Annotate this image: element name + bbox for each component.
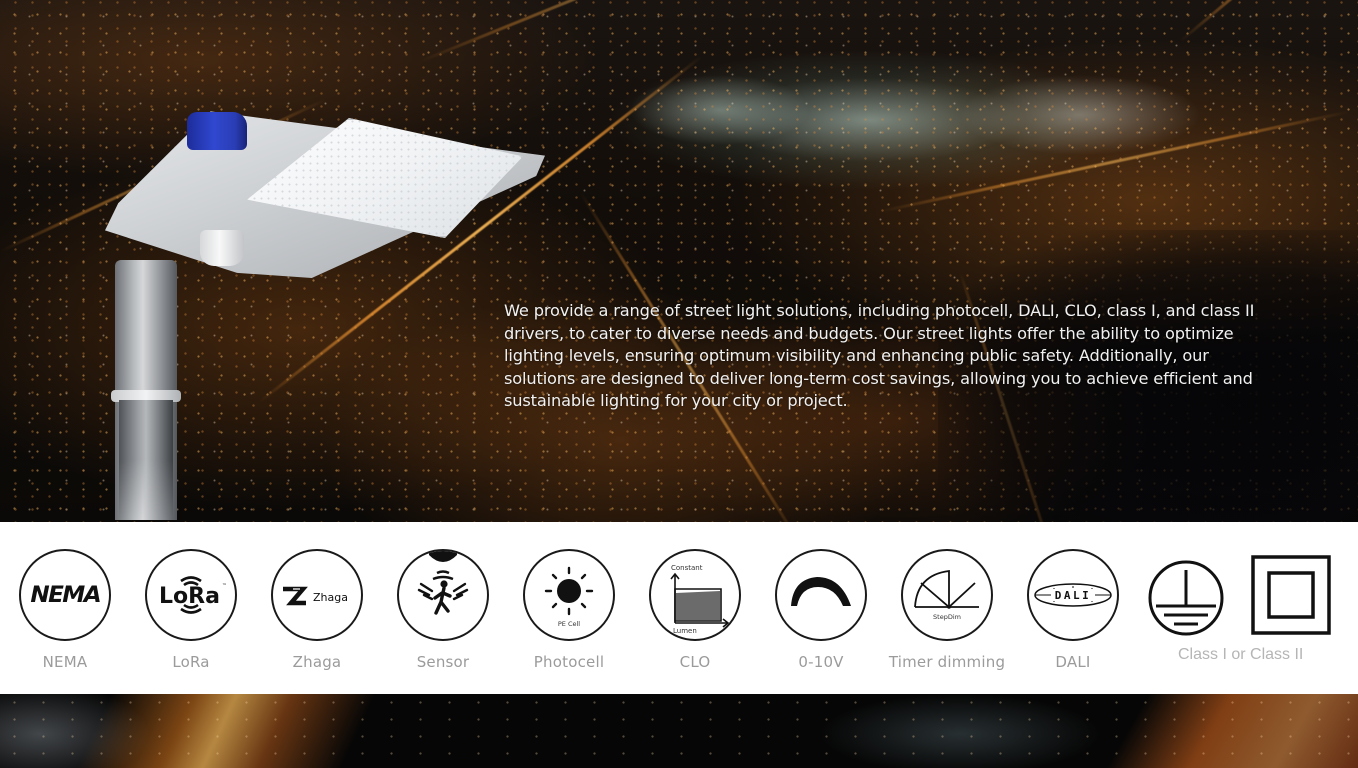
feature-label: DALI xyxy=(1055,653,1091,671)
feature-label: Sensor xyxy=(416,653,470,671)
sun-icon: PE Cell xyxy=(544,566,594,628)
feature-0-10v: 0-10V xyxy=(761,549,881,671)
feature-label: Zhaga xyxy=(292,653,342,671)
feature-sensor: Sensor xyxy=(383,549,503,671)
lamp-motion-sensor xyxy=(200,230,244,266)
bottom-city-background xyxy=(0,694,1358,768)
feature-icons-band: NEMA NEMA LoRa ™ LoRa Zhaga Zhaga Sensor… xyxy=(0,522,1358,694)
zhaga-logo-icon: Zhaga xyxy=(271,549,363,641)
lora-logo-icon: LoRa ™ xyxy=(145,549,237,641)
city-lights-texture xyxy=(0,694,1358,768)
zhaga-z-mark-icon: Zhaga xyxy=(283,586,348,606)
feature-label: NEMA xyxy=(42,653,88,671)
feature-nema: NEMA NEMA xyxy=(5,549,125,671)
feature-clo: Constant Lumen CLO xyxy=(635,549,755,671)
nema-logo-text: NEMA xyxy=(30,582,101,608)
photocell-sun-icon: PE Cell xyxy=(523,549,615,641)
svg-text:LoRa: LoRa xyxy=(159,584,220,609)
constant-lumen-chart-icon: Constant Lumen xyxy=(670,564,730,635)
motion-sensor-icon xyxy=(397,549,489,641)
dimming-arc-icon xyxy=(775,549,867,641)
lamp-nema-cap xyxy=(187,112,247,150)
dali-logo-icon: DALI xyxy=(1027,549,1119,641)
solutions-description: We provide a range of street light solut… xyxy=(504,301,1255,411)
feature-class-i-or-ii: Class I or Class II xyxy=(1146,554,1336,684)
feature-zhaga: Zhaga Zhaga xyxy=(257,549,377,671)
streetlight-product-image xyxy=(95,100,555,520)
feature-label: LoRa xyxy=(172,653,210,671)
svg-text:Lumen: Lumen xyxy=(673,627,697,635)
feature-label: Timer dimming xyxy=(888,653,1006,671)
feature-lora: LoRa ™ LoRa xyxy=(131,549,251,671)
svg-text:DALI: DALI xyxy=(1055,589,1092,602)
sensor-walker-icon xyxy=(417,551,469,615)
svg-text:PE Cell: PE Cell xyxy=(558,620,580,628)
arc-icon xyxy=(791,577,851,606)
feature-timer-dimming: StepDim Timer dimming xyxy=(887,549,1007,671)
svg-text:StepDim: StepDim xyxy=(933,613,961,621)
feature-label: Photocell xyxy=(533,653,605,671)
feature-dali: DALI DALI xyxy=(1013,549,1133,671)
svg-text:Zhaga: Zhaga xyxy=(313,591,348,604)
stepdim-icon: StepDim xyxy=(901,549,993,641)
double-insulation-icon xyxy=(1251,555,1331,635)
lora-waves-icon: LoRa ™ xyxy=(159,576,227,614)
feature-label: CLO xyxy=(679,653,711,671)
dali-ellipse-icon: DALI xyxy=(1034,583,1112,607)
svg-text:Constant: Constant xyxy=(671,564,703,572)
svg-text:™: ™ xyxy=(222,583,227,589)
lamp-pole xyxy=(119,400,173,520)
clo-chart-icon: Constant Lumen xyxy=(649,549,741,641)
feature-label: Class I or Class II xyxy=(1178,646,1304,663)
feature-label: 0-10V xyxy=(798,653,844,671)
protective-earth-icon xyxy=(1148,560,1224,636)
nema-logo-icon: NEMA xyxy=(19,549,111,641)
stepdim-diagram-icon: StepDim xyxy=(914,569,979,621)
feature-photocell: PE Cell Photocell xyxy=(509,549,629,671)
hero-background: We provide a range of street light solut… xyxy=(0,0,1358,522)
